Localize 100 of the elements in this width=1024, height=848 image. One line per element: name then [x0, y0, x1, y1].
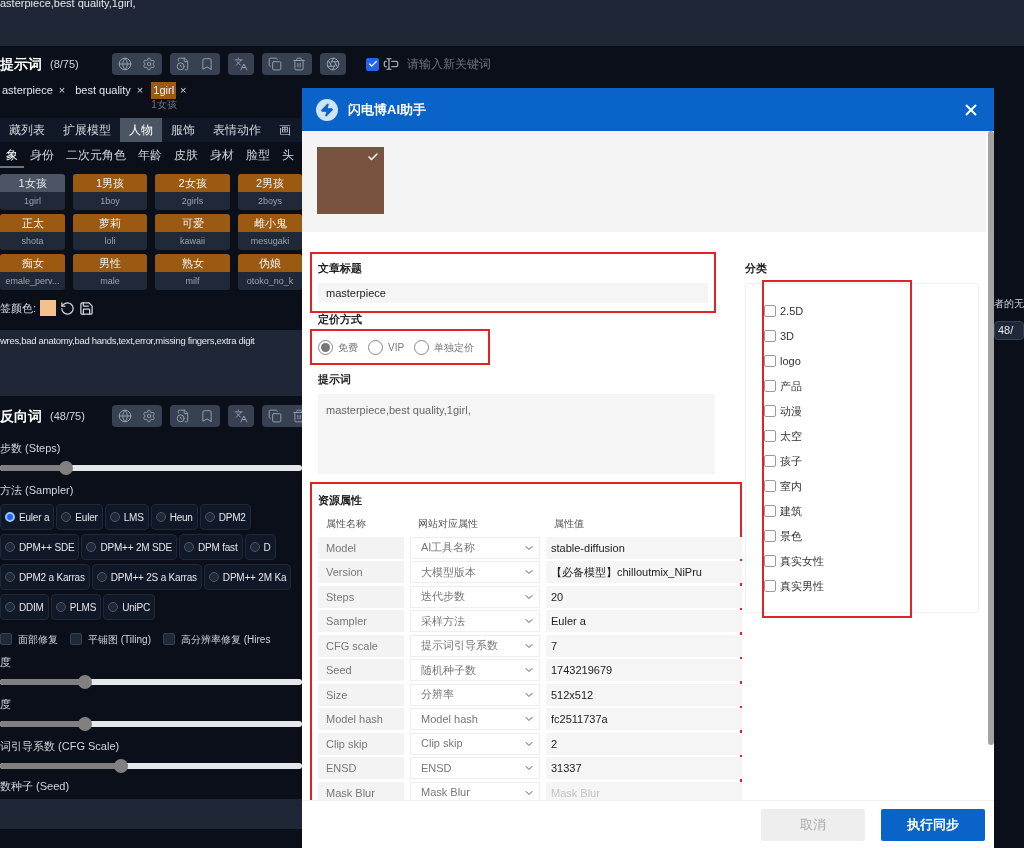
value-field[interactable]: 7	[546, 634, 742, 657]
sub-tab[interactable]: 二次元角色	[60, 144, 132, 168]
slider-thumb[interactable]	[77, 717, 92, 731]
sampler-option[interactable]: Heun	[150, 504, 198, 530]
sampler-option[interactable]: LMS	[104, 504, 149, 530]
sampler-option[interactable]: PLMS	[50, 594, 102, 620]
checkbox[interactable]	[162, 633, 175, 645]
mapping-select[interactable]: Clip skip	[410, 732, 540, 755]
value-field[interactable]: 31337	[546, 757, 742, 779]
radio-button[interactable]	[5, 572, 15, 582]
mapping-select[interactable]: 迭代步数	[410, 585, 540, 608]
sampler-option[interactable]: Euler a	[0, 504, 55, 530]
sub-tab[interactable]: 皮肤	[168, 144, 204, 168]
sub-tab[interactable]: 身材	[204, 144, 240, 168]
aperture-icon[interactable]	[326, 57, 340, 71]
checkbox[interactable]	[0, 633, 12, 645]
bookmark-icon[interactable]	[200, 409, 214, 423]
radio-button[interactable]	[86, 542, 97, 552]
radio-button[interactable]	[108, 602, 119, 612]
negative-prompt-textarea[interactable]: wres,bad anatomy,bad hands,text,error,missing fingers,extra digit	[0, 330, 302, 396]
radio-button[interactable]	[155, 512, 166, 522]
value-field[interactable]: 1743219679	[546, 659, 742, 681]
checkbox[interactable]	[70, 633, 82, 645]
checkbox[interactable]	[764, 504, 776, 517]
bookmark-icon[interactable]	[200, 57, 214, 71]
checkbox[interactable]	[764, 404, 776, 417]
mapping-select[interactable]: 采样方法	[410, 610, 540, 632]
mapping-select[interactable]: 随机种子数	[410, 659, 540, 681]
tag-card[interactable]: 男性 male	[73, 254, 147, 290]
sync-button[interactable]: 执行同步	[881, 808, 985, 841]
keyword-input[interactable]: 请输入新关键词	[407, 55, 607, 73]
sampler-option[interactable]: DDIM	[0, 594, 49, 620]
radio-button[interactable]	[96, 572, 107, 582]
radio-button[interactable]	[61, 512, 72, 522]
slider-thumb[interactable]	[113, 759, 128, 773]
value-field[interactable]: 【必备模型】chilloutmix_NiPru	[546, 561, 742, 583]
tag-card[interactable]: 痴女 emale_perv...	[0, 254, 65, 290]
radio-button[interactable]	[109, 512, 120, 522]
value-field[interactable]: 2	[546, 732, 742, 755]
radio-button[interactable]	[5, 542, 15, 552]
checkbox[interactable]	[764, 379, 776, 392]
sub-tab[interactable]: 脸型	[240, 144, 276, 168]
settings-icon[interactable]	[142, 57, 156, 71]
checkbox[interactable]	[764, 579, 776, 592]
checkbox[interactable]	[764, 479, 776, 492]
category-tab[interactable]: 人物	[120, 118, 162, 142]
mapping-select[interactable]: 大模型版本	[410, 561, 540, 583]
checkbox[interactable]	[764, 354, 776, 367]
sampler-option[interactable]: DPM++ SDE	[0, 534, 80, 560]
tag-card[interactable]: 1女孩 1girl	[0, 174, 65, 210]
sampler-option[interactable]: DPM++ 2M Ka	[203, 564, 292, 590]
value-field[interactable]: 512x512	[546, 683, 742, 706]
trash-icon[interactable]	[292, 57, 306, 71]
prompt-textarea[interactable]: masterpiece,best quality,1girl,	[318, 393, 715, 474]
prompt-tag[interactable]: asterpiece	[0, 82, 55, 99]
document-icon[interactable]	[176, 57, 190, 71]
save-icon[interactable]	[79, 300, 95, 316]
radio-button[interactable]	[55, 602, 66, 612]
sub-tab[interactable]: 身份	[24, 144, 60, 168]
category-tab[interactable]: 服饰	[162, 118, 204, 142]
copy-icon[interactable]	[268, 57, 282, 71]
remove-tag-button[interactable]: ×	[136, 82, 144, 99]
checkbox[interactable]	[764, 454, 776, 467]
checkbox[interactable]	[764, 329, 776, 342]
tag-card[interactable]: 萝莉 loli	[73, 214, 147, 250]
category-tab[interactable]: 表情动作	[204, 118, 270, 142]
tag-card[interactable]: 雌小鬼 mesugaki	[238, 214, 302, 250]
radio-button[interactable]	[208, 572, 219, 582]
translate-icon[interactable]	[234, 57, 248, 71]
sampler-option[interactable]: D	[244, 534, 276, 560]
globe-icon[interactable]	[118, 57, 132, 71]
slider-thumb[interactable]	[59, 461, 74, 475]
checkbox[interactable]	[764, 429, 776, 442]
prompt-textarea[interactable]: asterpiece,best quality,1girl,	[0, 0, 1024, 46]
sampler-option[interactable]: DPM++ 2S a Karras	[91, 564, 202, 590]
mapping-select[interactable]: Model hash	[410, 708, 540, 730]
prompt-tag[interactable]: 1girl	[151, 82, 177, 99]
mapping-select[interactable]: Mask Blur	[410, 781, 540, 800]
tag-card[interactable]: 可爱 kawaii	[155, 214, 230, 250]
radio-button[interactable]	[5, 602, 15, 612]
mapping-select[interactable]: ENSD	[410, 757, 540, 779]
checkbox[interactable]	[764, 554, 776, 567]
checkbox[interactable]	[764, 304, 776, 317]
color-swatch[interactable]	[40, 300, 57, 316]
prompt-tag[interactable]: best quality	[73, 82, 133, 99]
settings-icon[interactable]	[142, 409, 156, 423]
tag-card[interactable]: 1男孩 1boy	[73, 174, 147, 210]
sampler-option[interactable]: UniPC	[103, 594, 156, 620]
radio-button[interactable]	[204, 512, 215, 522]
radio-button[interactable]	[249, 542, 260, 552]
value-field[interactable]: Euler a	[546, 610, 742, 632]
tag-card[interactable]: 伪娘 otoko_no_k	[238, 254, 302, 290]
checkbox[interactable]	[764, 529, 776, 542]
title-input[interactable]: masterpiece	[318, 282, 708, 303]
sampler-option[interactable]: DPM++ 2M SDE	[81, 534, 177, 560]
category-tab[interactable]: 扩展模型	[54, 118, 120, 142]
tag-card[interactable]: 2女孩 2girls	[155, 174, 230, 210]
trash-icon[interactable]	[292, 409, 302, 423]
value-field[interactable]: stable-diffusion	[546, 536, 742, 559]
sampler-option[interactable]: DPM2 a Karras	[0, 564, 90, 590]
